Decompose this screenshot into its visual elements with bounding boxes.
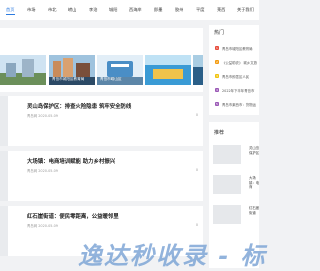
hot-rank-4: 4 (215, 88, 219, 92)
recommend-thumb-2 (213, 175, 241, 194)
hot-title: 热门 (214, 30, 225, 36)
recommend-thumb-3 (213, 205, 241, 224)
nav-shibei[interactable]: 市北 (48, 7, 56, 13)
nav-about[interactable]: 关于我们 (237, 7, 254, 13)
nav-home[interactable]: 首页 (6, 7, 14, 13)
banner-caption-3: 青岛市崂山区 (100, 77, 122, 81)
article-thumb-1 (0, 96, 8, 146)
article-thumb-3 (0, 206, 8, 256)
banner-5[interactable] (193, 55, 203, 85)
banner-caption-2: 青岛市城阳区教育局 (52, 77, 85, 81)
hot-item-2[interactable]: 2 《公益助农》 城乡文旅 (209, 58, 259, 68)
article-thumb-2 (0, 151, 8, 201)
hot-text-5[interactable]: 青岛市莱西市：货物运 (222, 102, 256, 107)
top-nav: 首页 市场 市北 崂山 李沧 城阳 西海岸 即墨 胶州 平度 莱西 关于我们 (0, 0, 259, 20)
hot-rank-1: 1 (215, 46, 219, 50)
recommend-thumb-1 (213, 145, 241, 164)
article-views-1: 0 (195, 113, 198, 117)
hot-text-4[interactable]: 2022年下半年青岛市 (222, 88, 254, 93)
article-card-2[interactable]: 大场镇：电商培训赋能 助力乡村振兴 青岛网 2020-05-09 0 (0, 151, 203, 201)
nav-chengyang[interactable]: 城阳 (109, 7, 117, 13)
article-meta-1: 青岛网 2020-05-09 (27, 114, 58, 118)
nav-licang[interactable]: 李沧 (89, 7, 97, 13)
article-title-2[interactable]: 大场镇：电商培训赋能 助力乡村振兴 (27, 157, 115, 165)
recommend-text-1[interactable]: 灵山岛保护区 (249, 146, 261, 155)
banner-image-1 (0, 55, 46, 85)
banner-4[interactable] (145, 55, 191, 85)
hot-item-4[interactable]: 4 2022年下半年青岛市 (209, 86, 259, 96)
nav-xihaian[interactable]: 西海岸 (129, 7, 142, 13)
article-meta-2: 青岛网 2020-05-09 (27, 169, 58, 173)
nav-active-indicator (6, 14, 15, 15)
nav-pingdu[interactable]: 平度 (196, 7, 204, 13)
recommend-text-3[interactable]: 红石崖街道 (249, 206, 261, 215)
hot-rank-5: 5 (215, 102, 219, 106)
banner-2[interactable]: 青岛市城阳区教育局 (49, 55, 95, 85)
article-meta-3: 青岛网 2020-05-09 (27, 224, 58, 228)
article-views-3: 0 (195, 223, 198, 227)
nav-jiaozhou[interactable]: 胶州 (175, 7, 183, 13)
hot-item-1[interactable]: 1 青岛市城阳区教育局 (209, 44, 259, 54)
banner-1[interactable] (0, 55, 46, 85)
article-title-1[interactable]: 灵山岛保护区：排查火险隐患 筑牢安全防线 (27, 102, 131, 110)
hot-panel: 热门 1 青岛市城阳区教育局 2 《公益助农》 城乡文旅 3 青岛市即墨区人民 … (209, 25, 259, 115)
nav-jimo[interactable]: 即墨 (154, 7, 162, 13)
banner-image-5 (193, 55, 203, 85)
hot-rank-3: 3 (215, 74, 219, 78)
recommend-item-1[interactable]: 灵山岛保护区 (210, 143, 259, 166)
hot-text-1[interactable]: 青岛市城阳区教育局 (222, 46, 253, 51)
nav-shinan[interactable]: 市场 (27, 7, 35, 13)
recommend-item-2[interactable]: 大场镇：电商 (210, 173, 259, 196)
recommend-title: 推荐 (214, 130, 225, 136)
hot-text-3[interactable]: 青岛市即墨区人民 (222, 74, 249, 79)
hot-text-2[interactable]: 《公益助农》 城乡文旅 (222, 60, 257, 65)
hot-item-3[interactable]: 3 青岛市即墨区人民 (209, 72, 259, 82)
nav-laixi[interactable]: 莱西 (217, 7, 225, 13)
watermark-text: 逸达秒收录 - 标 (78, 242, 267, 270)
article-views-2: 0 (195, 168, 198, 172)
banner-3[interactable]: 青岛市崂山区 (97, 55, 143, 85)
article-card-1[interactable]: 灵山岛保护区：排查火险隐患 筑牢安全防线 青岛网 2020-05-09 0 (0, 96, 203, 146)
banner-image-4 (145, 55, 191, 85)
hot-item-5[interactable]: 5 青岛市莱西市：货物运 (209, 100, 259, 110)
article-title-3[interactable]: 红石崖街道：便民零距离，公益暖邻里 (27, 212, 119, 220)
hot-rank-2: 2 (215, 60, 219, 64)
recommend-text-2[interactable]: 大场镇：电商 (249, 176, 261, 190)
nav-laoshan[interactable]: 崂山 (68, 7, 76, 13)
recommend-item-3[interactable]: 红石崖街道 (210, 203, 259, 226)
